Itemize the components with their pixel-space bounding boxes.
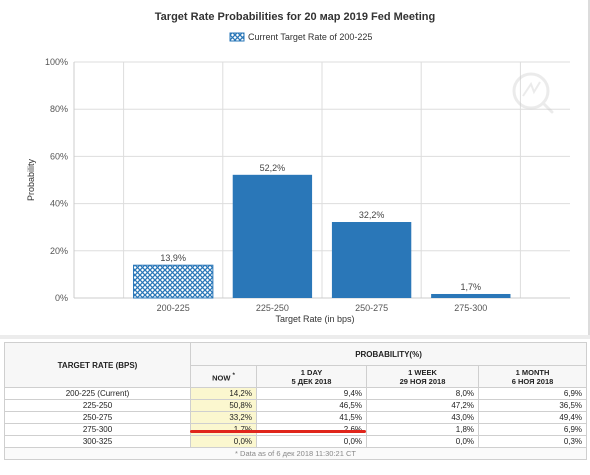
grid bbox=[73, 61, 570, 299]
now-cell: 50,8% bbox=[190, 399, 257, 412]
one-day-cell: 46,5% bbox=[256, 399, 367, 412]
chart-title: Target Rate Probabilities for 20 мар 201… bbox=[155, 11, 435, 23]
one-month-cell: 36,5% bbox=[477, 399, 588, 412]
watermark-logo-icon bbox=[512, 72, 554, 114]
y-tick-label: 80% bbox=[50, 104, 68, 114]
bar-chart: Target Rate Probabilities for 20 мар 201… bbox=[26, 11, 570, 324]
probability-header: PROBABILITY(%) bbox=[189, 342, 588, 366]
table-row: 200-225 (Current) 14,2% 9,4% 8,0% 6,9% bbox=[4, 387, 588, 400]
now-cell: 0,0% bbox=[190, 435, 257, 448]
x-tick-label: 200-225 bbox=[157, 303, 190, 313]
y-tick-label: 0% bbox=[55, 293, 68, 303]
now-cell: 33,2% bbox=[190, 411, 257, 424]
probability-table-panel: TARGET RATE (BPS) PROBABILITY(%) NOW * 1… bbox=[0, 339, 590, 475]
col-header-1-week[interactable]: 1 WEEK 29 НОЯ 2018 bbox=[366, 365, 479, 388]
data-label: 32,2% bbox=[359, 210, 385, 220]
one-month-cell: 0,3% bbox=[477, 435, 588, 448]
legend-swatch bbox=[229, 32, 245, 42]
one-day-cell: 41,5% bbox=[256, 411, 367, 424]
table-row: 225-250 50,8% 46,5% 47,2% 36,5% bbox=[4, 399, 588, 412]
table-footer-row: * Data as of 6 дек 2018 11:30:21 CT bbox=[3, 447, 588, 460]
target-rate-header: TARGET RATE (BPS) bbox=[4, 342, 191, 388]
col-header-1-month[interactable]: 1 MONTH 6 НОЯ 2018 bbox=[477, 365, 588, 388]
bar-200-225[interactable] bbox=[133, 264, 214, 299]
rate-cell: 275-300 bbox=[4, 423, 191, 436]
x-tick-label: 275-300 bbox=[454, 303, 487, 313]
rate-cell: 250-275 bbox=[4, 411, 191, 424]
rate-cell: 200-225 (Current) bbox=[4, 387, 191, 400]
y-tick-label: 100% bbox=[45, 57, 68, 67]
rate-cell: 300-325 bbox=[4, 435, 191, 448]
one-week-cell: 0,0% bbox=[366, 435, 479, 448]
one-day-cell: 9,4% bbox=[256, 387, 367, 400]
data-label: 52,2% bbox=[260, 163, 286, 173]
table-row: 300-325 0,0% 0,0% 0,0% 0,3% bbox=[4, 435, 588, 448]
one-month-cell: 6,9% bbox=[477, 423, 588, 436]
col-header-now[interactable]: NOW * bbox=[190, 365, 257, 388]
one-day-cell: 0,0% bbox=[256, 435, 367, 448]
legend[interactable]: Current Target Rate of 200-225 bbox=[229, 32, 372, 42]
x-axis-title: Target Rate (in bps) bbox=[275, 314, 354, 324]
rate-cell: 225-250 bbox=[4, 399, 191, 412]
data-label: 1,7% bbox=[461, 282, 482, 292]
y-tick-label: 20% bbox=[50, 246, 68, 256]
y-tick-label: 60% bbox=[50, 151, 68, 161]
one-month-cell: 6,9% bbox=[477, 387, 588, 400]
col-header-1-day[interactable]: 1 DAY 5 ДЕК 2018 bbox=[256, 365, 367, 388]
y-axis-title: Probability bbox=[26, 158, 36, 201]
one-week-cell: 8,0% bbox=[366, 387, 479, 400]
x-tick-label: 225-250 bbox=[256, 303, 289, 313]
now-cell: 14,2% bbox=[190, 387, 257, 400]
x-tick-label: 250-275 bbox=[355, 303, 388, 313]
bar-275-300[interactable] bbox=[431, 293, 511, 298]
one-week-cell: 47,2% bbox=[366, 399, 479, 412]
one-month-cell: 49,4% bbox=[477, 411, 588, 424]
chart-panel: Target Rate Probabilities for 20 мар 201… bbox=[0, 0, 590, 335]
y-ticks: 0% 20% 40% 60% 80% 100% bbox=[45, 57, 68, 303]
x-ticks: 200-225 225-250 250-275 275-300 bbox=[157, 303, 488, 313]
probability-table: TARGET RATE (BPS) PROBABILITY(%) NOW * 1… bbox=[3, 342, 588, 460]
legend-label: Current Target Rate of 200-225 bbox=[248, 32, 372, 42]
one-week-cell: 1,8% bbox=[366, 423, 479, 436]
table-row: 250-275 33,2% 41,5% 43,0% 49,4% bbox=[4, 411, 588, 424]
red-underline-annotation bbox=[190, 430, 366, 433]
data-label: 13,9% bbox=[160, 253, 186, 263]
data-timestamp: * Data as of 6 дек 2018 11:30:21 CT bbox=[3, 447, 588, 460]
bar-225-250[interactable] bbox=[232, 174, 313, 298]
bar-250-275[interactable] bbox=[331, 222, 412, 298]
one-week-cell: 43,0% bbox=[366, 411, 479, 424]
y-tick-label: 40% bbox=[50, 199, 68, 209]
